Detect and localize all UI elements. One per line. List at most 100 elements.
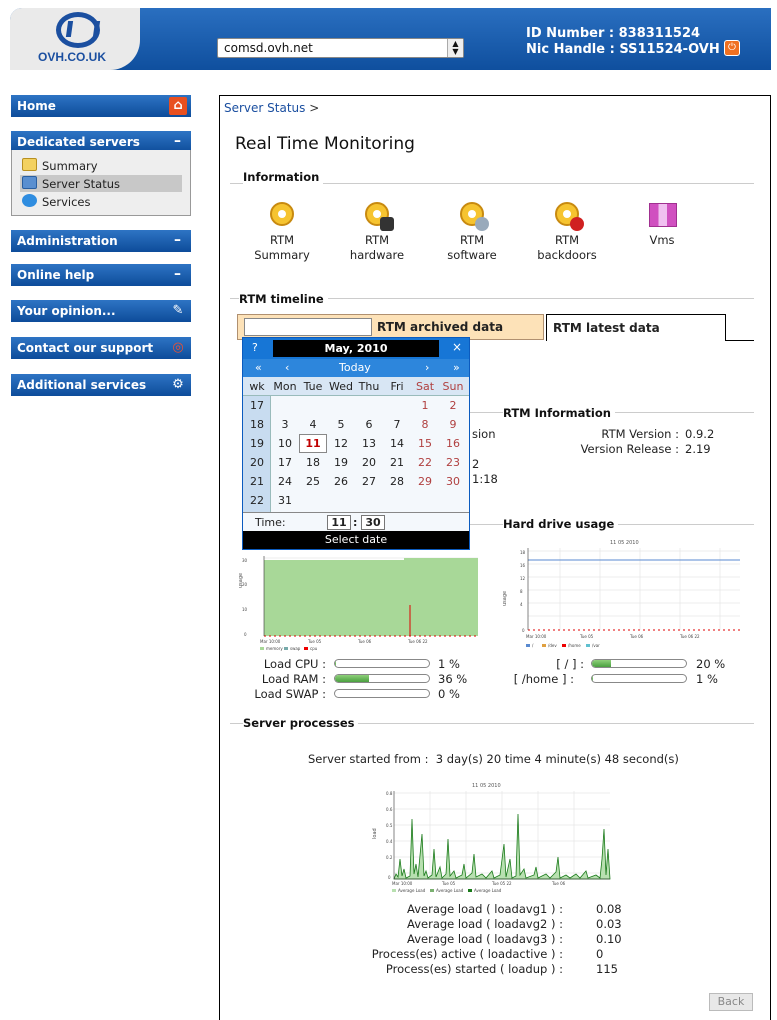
calendar-day[interactable]: 19 [327, 453, 355, 472]
time-label: Time: [255, 516, 286, 529]
hour-field[interactable]: 11 [327, 515, 351, 530]
calendar-day[interactable]: 5 [327, 415, 355, 434]
load-tick: 10 [242, 607, 248, 612]
weekday-sat: Sat [415, 380, 435, 393]
tab-latest-label: RTM latest data [553, 321, 660, 335]
calendar-help-button[interactable]: ? [252, 341, 258, 354]
alarm-clock-icon [267, 199, 297, 229]
nav-additional-services[interactable]: Additional services ⚙ [11, 374, 191, 396]
calendar-day[interactable]: 13 [355, 434, 383, 453]
calendar-day[interactable]: 12 [327, 434, 355, 453]
collapse-icon[interactable]: – [174, 232, 181, 248]
calendar-day[interactable]: 23 [439, 453, 467, 472]
calendar-day[interactable]: 26 [327, 472, 355, 491]
date-picker-popup[interactable]: ? May, 2010 × « ‹ Today › » wk Mon Tue Wed T… [242, 337, 470, 550]
calendar-day[interactable]: 11 [299, 434, 327, 453]
calendar-day[interactable]: 14 [383, 434, 411, 453]
disk-home-label: [ /home ] : [513, 672, 574, 686]
calendar-day[interactable]: 15 [411, 434, 439, 453]
today-button[interactable]: Today [339, 361, 371, 374]
logout-icon[interactable]: ⏻ [724, 40, 740, 56]
load-legend-swap: swap [290, 646, 301, 651]
rtm-backdoors-link[interactable]: RTM backdoors [532, 199, 602, 263]
hdd-legend-dev: /dev [548, 643, 557, 648]
nav-your-opinion[interactable]: Your opinion... ✎ [11, 300, 191, 322]
calendar-nav-row: « ‹ Today › » [243, 359, 469, 377]
calendar-day[interactable]: 27 [355, 472, 383, 491]
calendar-topbar: ? May, 2010 × [243, 338, 469, 359]
calendar-day[interactable]: 20 [355, 453, 383, 472]
next-month-button[interactable]: › [425, 361, 429, 374]
calendar-day[interactable]: 31 [271, 491, 299, 510]
calendar-day[interactable]: 24 [271, 472, 299, 491]
load-ram-value: 36 % [438, 672, 468, 686]
main-panel: Server Status > Real Time Monitoring Inf… [219, 95, 771, 1020]
back-button[interactable]: Back [709, 993, 753, 1011]
dedicated-servers-panel: Summary Server Status Services [11, 150, 191, 216]
nav-contact-support[interactable]: Contact our support ◎ [11, 337, 191, 359]
calendar-day[interactable]: 4 [299, 415, 327, 434]
calendar-day[interactable]: 9 [439, 415, 467, 434]
calendar-day[interactable]: 16 [439, 434, 467, 453]
calendar-day[interactable]: 22 [411, 453, 439, 472]
calendar-day[interactable]: 3 [271, 415, 299, 434]
proc-active-label: Process(es) active ( loadactive ) : [371, 947, 563, 961]
calendar-day[interactable]: 17 [271, 453, 299, 472]
collapse-icon[interactable]: – [174, 266, 181, 282]
next-year-button[interactable]: » [453, 361, 460, 374]
account-info: ID Number : 838311524 Nic Handle : SS115… [526, 26, 720, 58]
calendar-day[interactable]: 25 [299, 472, 327, 491]
hdd-legend-home: /home [568, 643, 581, 648]
nav-item-services[interactable]: Services [20, 193, 182, 210]
avg-label-1: Average load ( loadavg1 ) : [407, 902, 563, 916]
calendar-day[interactable]: 29 [411, 472, 439, 491]
calendar-month-title: May, 2010 [273, 340, 439, 357]
nav-item-summary[interactable]: Summary [20, 157, 182, 174]
calendar-day[interactable]: 8 [411, 415, 439, 434]
rtm-backdoors-line2: backdoors [537, 248, 597, 262]
nic-handle-value: SS11524-OVH [619, 42, 720, 57]
calendar-day[interactable]: 21 [383, 453, 411, 472]
weekday-tue: Tue [303, 380, 323, 393]
rtm-summary-link[interactable]: RTM Summary [247, 199, 317, 263]
nav-online-help[interactable]: Online help – [11, 264, 191, 286]
calendar-day[interactable]: 28 [383, 472, 411, 491]
proc-tick: 0.8 [386, 791, 393, 796]
prev-year-button[interactable]: « [255, 361, 262, 374]
vms-link[interactable]: Vms [627, 199, 697, 248]
load-swap-label: Load SWAP : [254, 687, 326, 701]
nav-item-summary-label: Summary [42, 159, 98, 173]
hdd-chart-title: 11 05 2010 [610, 540, 639, 546]
proc-legend-2: Average Load [436, 888, 464, 893]
collapse-icon[interactable]: – [174, 133, 181, 149]
select-date-button[interactable]: Select date [243, 531, 469, 549]
prev-month-button[interactable]: ‹ [285, 361, 289, 374]
proc-legend-3: Average Load [474, 888, 502, 893]
load-swap-value: 0 % [438, 687, 460, 701]
nav-administration[interactable]: Administration – [11, 230, 191, 252]
calendar-day[interactable]: 6 [355, 415, 383, 434]
weekday-sun: Sun [442, 380, 464, 393]
calendar-day[interactable]: 7 [383, 415, 411, 434]
weekday-wed: Wed [329, 380, 353, 393]
nav-home[interactable]: Home ⌂ [11, 95, 191, 117]
domain-select[interactable]: comsd.ovh.net ▲ ▼ [217, 38, 464, 58]
load-area-b [404, 558, 478, 636]
tab-latest-data[interactable]: RTM latest data [546, 314, 726, 341]
nav-administration-label: Administration [17, 234, 118, 248]
calendar-day[interactable]: 1 [411, 396, 439, 415]
calendar-close-button[interactable]: × [452, 340, 462, 354]
nav-item-server-status[interactable]: Server Status [20, 175, 182, 192]
minute-field[interactable]: 30 [361, 515, 385, 530]
calendar-day[interactable]: 2 [439, 396, 467, 415]
breadcrumb-server-status[interactable]: Server Status [224, 101, 305, 115]
calendar-day[interactable]: 30 [439, 472, 467, 491]
ovh-logo[interactable]: OVH.CO.UK [38, 12, 118, 68]
calendar-day[interactable]: 18 [299, 453, 327, 472]
rtm-software-link[interactable]: RTM software [437, 199, 507, 263]
calendar-day[interactable]: 10 [271, 434, 299, 453]
rtm-hardware-link[interactable]: RTM hardware [342, 199, 412, 263]
archive-date-input[interactable] [244, 318, 372, 336]
rtm-info-title: RTM Information [503, 406, 615, 420]
proc-tick: 0.2 [386, 855, 393, 860]
